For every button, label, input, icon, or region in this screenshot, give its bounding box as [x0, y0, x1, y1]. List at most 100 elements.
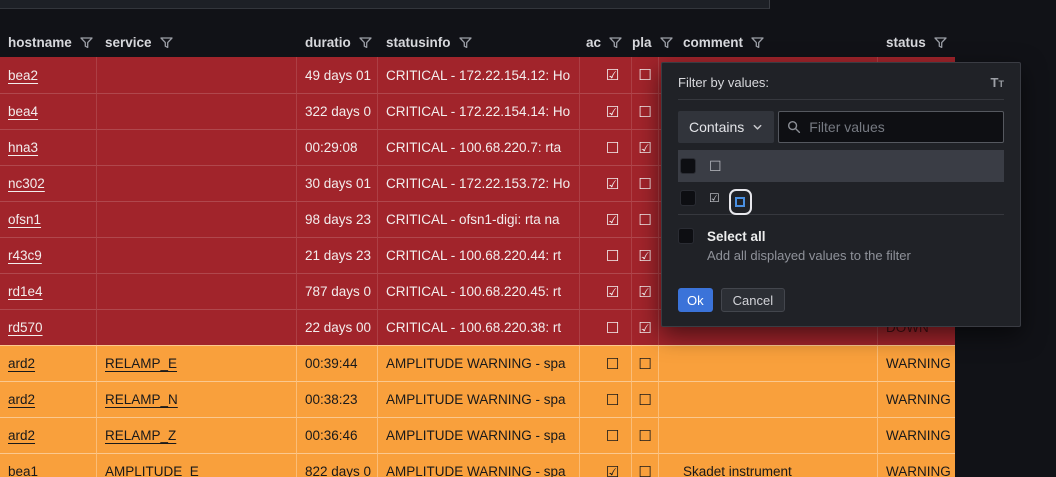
- statusinfo-cell: CRITICAL - 100.68.220.7: rta: [378, 129, 580, 165]
- planned-checkbox-glyph: ☑: [632, 309, 659, 345]
- column-label: duratio: [305, 35, 351, 50]
- select-all-label: Select all: [707, 228, 766, 244]
- hostname-cell: r43c9: [0, 237, 97, 273]
- filter-values-input[interactable]: [778, 111, 1004, 143]
- select-all-description: Add all displayed values to the filter: [707, 248, 911, 263]
- hostname-link[interactable]: nc302: [8, 176, 45, 191]
- column-header-duration[interactable]: duratio: [297, 35, 378, 50]
- ok-button[interactable]: Ok: [678, 288, 713, 312]
- ack-checkbox-glyph: ☐: [580, 345, 632, 381]
- service-link[interactable]: RELAMP_N: [105, 392, 178, 407]
- duration-cell: 00:38:23: [297, 381, 378, 417]
- select-all-checkbox[interactable]: [678, 228, 694, 244]
- checkbox[interactable]: [680, 190, 696, 206]
- planned-checkbox-glyph: ☐: [632, 201, 659, 237]
- planned-checkbox-glyph: ☐: [632, 345, 659, 381]
- column-label: hostname: [8, 35, 72, 50]
- planned-checkbox-glyph: ☐: [632, 165, 659, 201]
- column-header-planned[interactable]: pla: [632, 35, 673, 50]
- duration-cell: 00:36:46: [297, 417, 378, 453]
- column-header-statusinfo[interactable]: statusinfo: [378, 35, 580, 50]
- hostname-link[interactable]: r43c9: [8, 248, 42, 263]
- service-link[interactable]: AMPLITUDE_E: [105, 464, 199, 477]
- operator-select[interactable]: Contains: [678, 111, 775, 143]
- hostname-cell: hna3: [0, 129, 97, 165]
- match-case-icon[interactable]: TT: [991, 76, 1004, 89]
- divider: [678, 214, 1004, 215]
- hostname-cell: bea2: [0, 57, 97, 93]
- hostname-link[interactable]: hna3: [8, 140, 38, 155]
- ack-checkbox-glyph: ☑: [580, 57, 632, 93]
- duration-cell: 322 days 0: [297, 93, 378, 129]
- service-link[interactable]: RELAMP_E: [105, 356, 177, 371]
- comment-cell: [659, 381, 878, 417]
- cancel-button[interactable]: Cancel: [720, 288, 786, 312]
- hostname-link[interactable]: ard2: [8, 392, 35, 407]
- filter-values-list: ☐ ☑: [662, 150, 1020, 215]
- hostname-cell: ard2: [0, 345, 97, 381]
- hostname-link[interactable]: rd1e4: [8, 284, 43, 299]
- filter-value-row[interactable]: ☑: [678, 182, 1004, 215]
- planned-checkbox-glyph: ☐: [632, 417, 659, 453]
- column-header-status[interactable]: status: [878, 35, 955, 50]
- hostname-cell: rd570: [0, 309, 97, 345]
- ack-checkbox-glyph: ☑: [580, 201, 632, 237]
- filter-funnel-icon[interactable]: [458, 36, 473, 50]
- hostname-cell: ard2: [0, 417, 97, 453]
- column-header-comment[interactable]: comment: [659, 35, 878, 50]
- duration-cell: 787 days 0: [297, 273, 378, 309]
- hostname-cell: ard2: [0, 381, 97, 417]
- statusinfo-cell: CRITICAL - 172.22.153.72: Ho: [378, 165, 580, 201]
- filter-funnel-icon[interactable]: [79, 36, 94, 50]
- column-label: ac: [586, 35, 602, 50]
- filter-funnel-icon[interactable]: [608, 36, 623, 50]
- filter-funnel-icon[interactable]: [750, 36, 765, 50]
- column-label: service: [105, 35, 152, 50]
- status-cell: WARNING: [878, 345, 955, 381]
- planned-checkbox-glyph: ☑: [632, 129, 659, 165]
- column-header-service[interactable]: service: [97, 35, 297, 50]
- duration-cell: 822 days 0: [297, 453, 378, 477]
- comment-cell: [659, 345, 878, 381]
- ack-checkbox-glyph: ☑: [580, 273, 632, 309]
- service-cell: [97, 309, 297, 345]
- statusinfo-cell: CRITICAL - 100.68.220.45: rt: [378, 273, 580, 309]
- hostname-link[interactable]: ard2: [8, 428, 35, 443]
- filter-funnel-icon[interactable]: [358, 36, 373, 50]
- service-link[interactable]: RELAMP_Z: [105, 428, 176, 443]
- value-glyph-checked: ☑: [709, 191, 720, 205]
- panel-above-remnant: [0, 0, 770, 9]
- ack-checkbox-glyph: ☑: [580, 165, 632, 201]
- table-row: ard2 RELAMP_N 00:38:23 AMPLITUDE WARNING…: [0, 381, 955, 417]
- service-cell: [97, 237, 297, 273]
- service-cell: [97, 165, 297, 201]
- hostname-link[interactable]: ard2: [8, 356, 35, 371]
- duration-cell: 49 days 01: [297, 57, 378, 93]
- filter-funnel-icon[interactable]: [159, 36, 174, 50]
- filter-funnel-icon[interactable]: [933, 36, 948, 50]
- hostname-link[interactable]: bea2: [8, 68, 38, 83]
- hostname-link[interactable]: bea1: [8, 464, 38, 477]
- focused-value-glyph: [728, 189, 752, 215]
- column-label: pla: [632, 35, 652, 50]
- ack-checkbox-glyph: ☑: [580, 453, 632, 477]
- column-header-hostname[interactable]: hostname: [0, 35, 97, 50]
- ack-checkbox-glyph: ☐: [580, 237, 632, 273]
- table-row: bea1 AMPLITUDE_E 822 days 0 AMPLITUDE WA…: [0, 453, 955, 477]
- filter-value-row[interactable]: ☐: [678, 150, 1004, 182]
- checkbox[interactable]: [680, 158, 696, 174]
- hostname-link[interactable]: bea4: [8, 104, 38, 119]
- table-row: ard2 RELAMP_E 00:39:44 AMPLITUDE WARNING…: [0, 345, 955, 381]
- hostname-link[interactable]: rd570: [8, 320, 43, 335]
- statusinfo-cell: CRITICAL - 100.68.220.44: rt: [378, 237, 580, 273]
- ack-checkbox-glyph: ☑: [580, 93, 632, 129]
- service-cell: RELAMP_Z: [97, 417, 297, 453]
- hostname-link[interactable]: ofsn1: [8, 212, 41, 227]
- duration-cell: 22 days 00: [297, 309, 378, 345]
- value-glyph-unchecked: ☐: [709, 158, 722, 174]
- service-cell: AMPLITUDE_E: [97, 453, 297, 477]
- column-header-ack[interactable]: ac: [580, 35, 632, 50]
- statusinfo-cell: AMPLITUDE WARNING - spa: [378, 381, 580, 417]
- hostname-cell: rd1e4: [0, 273, 97, 309]
- duration-cell: 98 days 23: [297, 201, 378, 237]
